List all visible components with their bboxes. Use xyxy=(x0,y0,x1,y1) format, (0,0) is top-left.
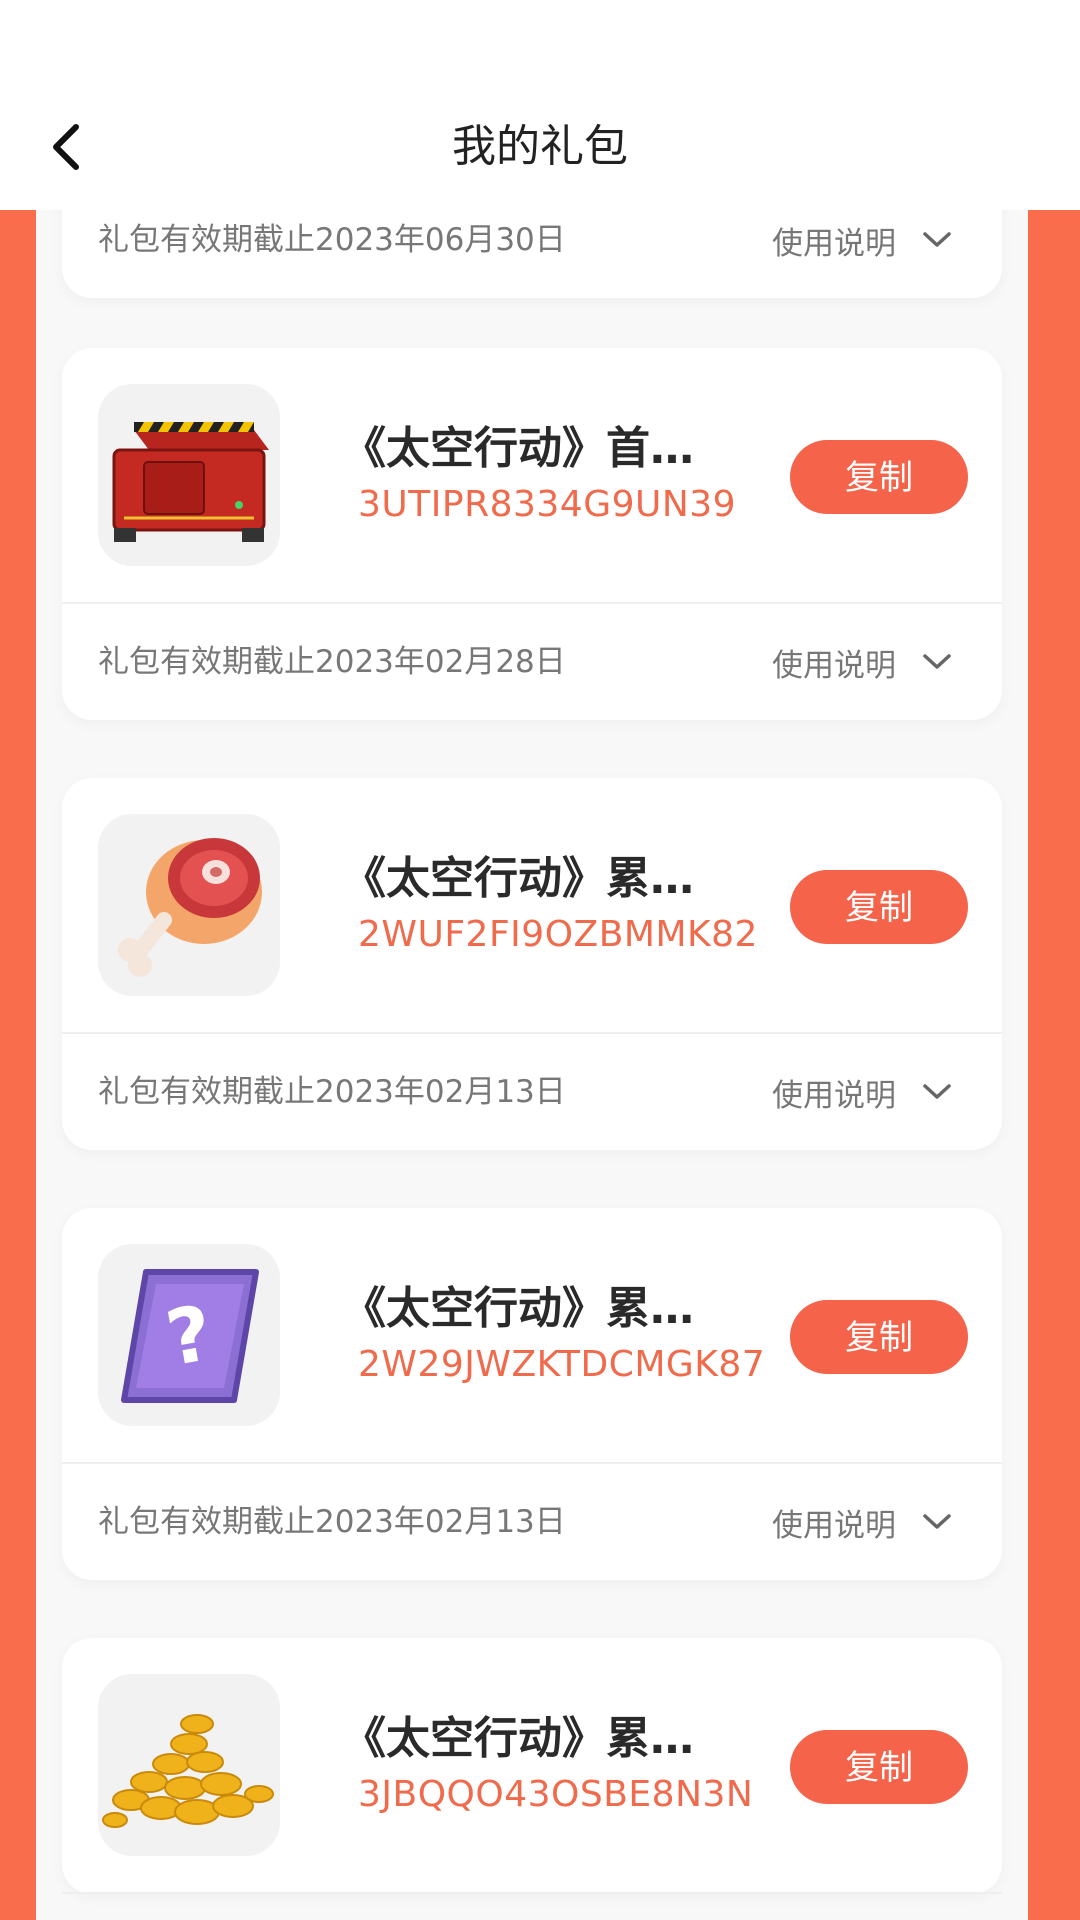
copy-button[interactable]: 复制 xyxy=(790,1730,968,1804)
gift-card: ? 《太空行动》累计… 2W29JWZKTDCMGK87 复制 礼包有效期截止2… xyxy=(62,1208,1002,1580)
gift-card: 《太空行动》累计… 2WUF2FI9OZBMMK82 复制 礼包有效期截止202… xyxy=(62,778,1002,1150)
usage-instructions-toggle[interactable]: 使用说明 xyxy=(772,604,952,720)
expiry-text: 礼包有效期截止2023年02月13日 xyxy=(98,1504,566,1540)
chevron-down-icon xyxy=(922,1082,952,1102)
usage-label: 使用说明 xyxy=(772,225,896,262)
gift-code: 3UTIPR8334G9UN39 xyxy=(358,484,737,525)
copy-button[interactable]: 复制 xyxy=(790,1300,968,1374)
usage-instructions-toggle[interactable]: 使用说明 xyxy=(772,1034,952,1150)
gift-name: 《太空行动》累计… xyxy=(342,853,712,904)
gift-name: 《太空行动》首发礼包 xyxy=(342,423,712,474)
gift-code: 2W29JWZKTDCMGK87 xyxy=(358,1344,766,1385)
gift-code: 2WUF2FI9OZBMMK82 xyxy=(358,914,758,955)
expiry-text: 礼包有效期截止2023年06月30日 xyxy=(98,222,566,258)
usage-instructions-toggle[interactable]: 使用说明 xyxy=(772,1464,952,1580)
usage-label: 使用说明 xyxy=(772,1077,896,1114)
gift-card: 《太空行动》累计… 3JBQQO43OSBE8N3N 复制 xyxy=(62,1638,1002,1894)
gift-code: 3JBQQO43OSBE8N3N xyxy=(358,1774,754,1815)
mystery-box-icon: ? xyxy=(121,1269,259,1403)
chevron-down-icon xyxy=(922,652,952,672)
gift-name: 《太空行动》累计… xyxy=(342,1713,712,1764)
nav-bar: 我的礼包 xyxy=(0,84,1080,210)
copy-button[interactable]: 复制 xyxy=(790,440,968,514)
status-bar xyxy=(0,0,1080,84)
meat-drumstick-icon xyxy=(118,838,262,977)
gift-thumbnail xyxy=(98,1674,280,1856)
gift-list[interactable]: 礼包有效期截止2023年06月30日 使用说明 《太空行动》首发 3UTIPR8… xyxy=(36,208,1028,1920)
expiry-text: 礼包有效期截止2023年02月28日 xyxy=(98,644,566,680)
usage-label: 使用说明 xyxy=(772,1507,896,1544)
usage-instructions-toggle[interactable]: 使用说明 xyxy=(772,208,952,298)
gold-coins-icon xyxy=(102,1714,274,1828)
gift-thumbnail: ? xyxy=(98,1244,280,1426)
copy-button[interactable]: 复制 xyxy=(790,870,968,944)
chevron-down-icon xyxy=(922,230,952,250)
gift-thumbnail xyxy=(98,384,280,566)
gift-thumbnail xyxy=(98,814,280,996)
gift-card: 《太空行动》首发礼包 3UTIPR8334G9UN39 复制 礼包有效期截止20… xyxy=(62,348,1002,720)
gift-card: 礼包有效期截止2023年06月30日 使用说明 xyxy=(62,208,1002,298)
red-crate-icon xyxy=(112,422,269,542)
usage-label: 使用说明 xyxy=(772,647,896,684)
chevron-down-icon xyxy=(922,1512,952,1532)
expiry-text: 礼包有效期截止2023年02月13日 xyxy=(98,1074,566,1110)
gift-name: 《太空行动》累计… xyxy=(342,1283,712,1334)
page-title: 我的礼包 xyxy=(452,121,628,172)
